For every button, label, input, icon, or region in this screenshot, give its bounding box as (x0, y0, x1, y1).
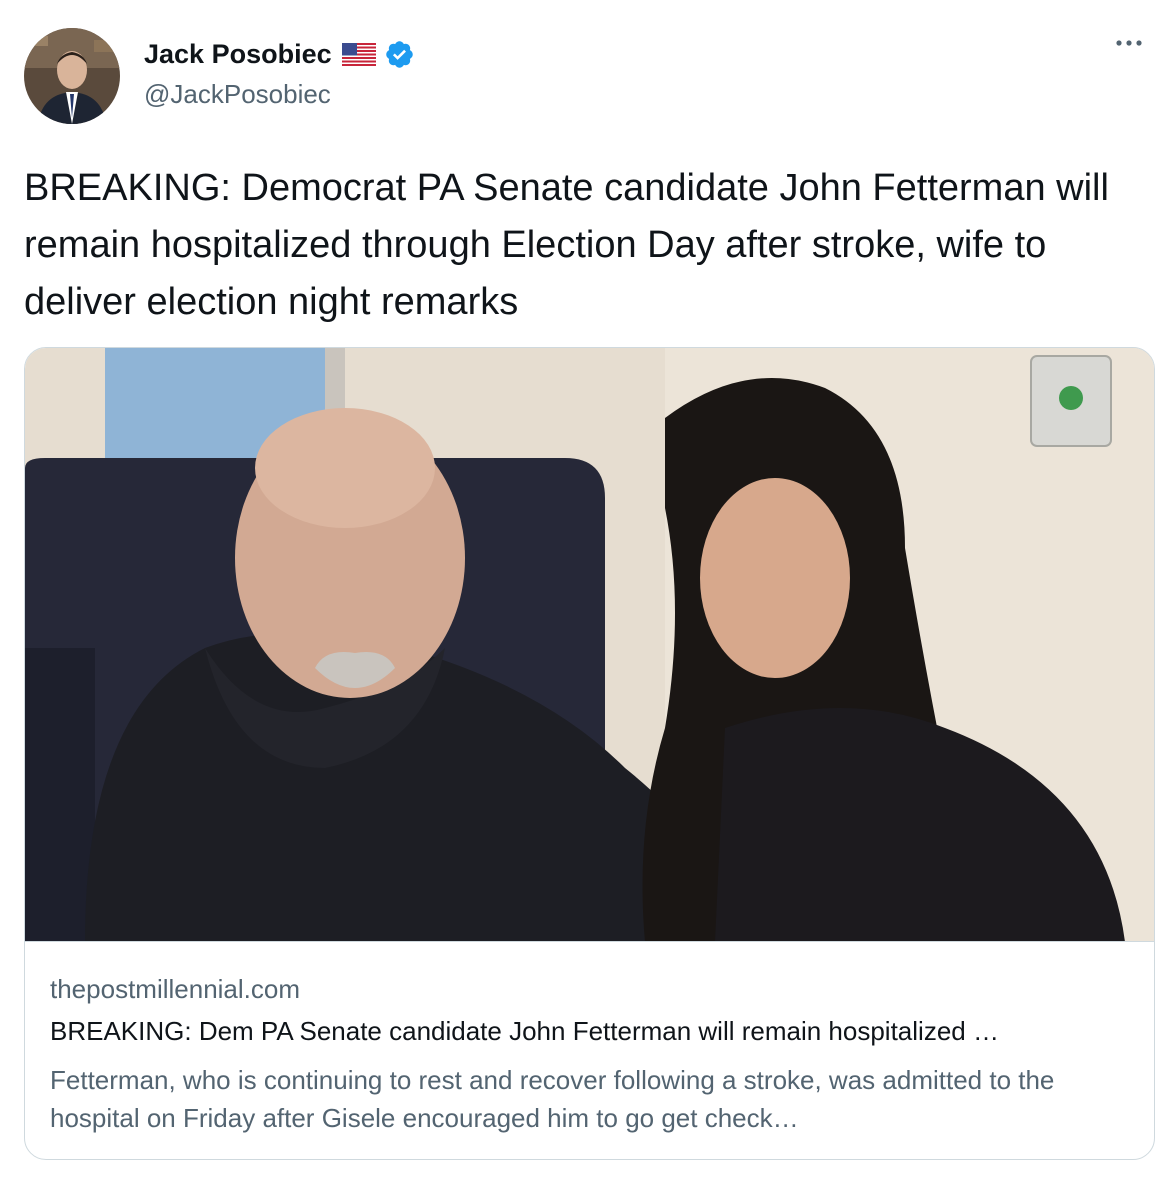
card-title: BREAKING: Dem PA Senate candidate John F… (50, 1016, 999, 1046)
link-card[interactable]: thepostmillennial.com BREAKING: Dem PA S… (24, 347, 1155, 1160)
card-image[interactable] (25, 348, 1154, 942)
card-description: Fetterman, who is continuing to rest and… (50, 1065, 1055, 1133)
verified-badge-icon (384, 39, 415, 70)
author-name[interactable]: Jack Posobiec (144, 39, 332, 70)
more-options-icon[interactable] (1114, 33, 1144, 53)
author-name-row: Jack Posobiec (144, 34, 415, 74)
avatar[interactable] (24, 28, 120, 124)
author-handle[interactable]: @JackPosobiec (144, 79, 331, 110)
us-flag-icon (341, 42, 376, 66)
card-domain: thepostmillennial.com (50, 974, 301, 1004)
tweet-text: BREAKING: Democrat PA Senate candidate J… (24, 167, 1109, 323)
